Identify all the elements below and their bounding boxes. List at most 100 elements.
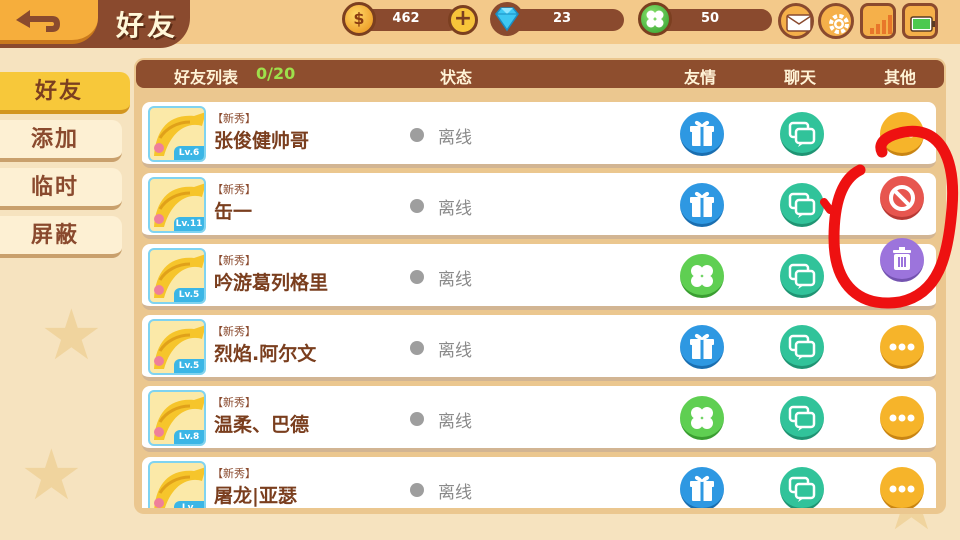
chat-column-label: 聊天 [784,68,817,87]
level-badge: Lv.5 [174,288,204,302]
more-options-button[interactable] [880,112,924,156]
more-options-button[interactable] [880,467,924,508]
gift-icon [690,120,714,146]
page-title: 好友 [116,9,179,42]
tab-temporary[interactable]: 临时 [0,168,122,210]
send-gift-button[interactable] [680,183,724,227]
tab-friends-label: 好友 [34,79,83,104]
friend-status: 离线 [438,128,472,148]
gift-icon [690,475,714,501]
send-clover-button[interactable] [680,254,724,298]
send-gift-button[interactable] [680,325,724,369]
signal-icon [870,15,892,34]
friend-name: 吟游葛列格里 [214,272,329,294]
friend-title-tag: 【新秀】 [212,396,256,409]
friend-title-tag: 【新秀】 [212,254,256,267]
avatar[interactable]: Lv.6 [148,106,206,162]
avatar[interactable]: Lv.5 [148,248,206,304]
gear-icon [829,14,849,34]
more-options-button[interactable] [880,325,924,369]
friend-title-tag: 【新秀】 [212,112,256,125]
trash-icon [893,247,911,270]
friend-row[interactable]: Lv.11 【新秀】 缶一 离线 [142,173,936,239]
friend-title-tag: 【新秀】 [212,183,256,196]
level-badge: Lv.11 [174,217,204,231]
send-gift-button[interactable] [680,112,724,156]
chat-button[interactable] [780,112,824,156]
offline-status-dot [410,128,424,142]
block-friend-button[interactable] [880,176,924,220]
block-icon [889,185,915,211]
send-clover-button[interactable] [680,396,724,440]
friend-status: 离线 [438,483,472,503]
friend-row[interactable]: Lv.6 【新秀】 张俊健帅哥 离线 [142,102,936,168]
chat-bubble-icon [788,192,816,218]
send-gift-button[interactable] [680,467,724,508]
battery-icon [910,16,935,32]
chat-bubble-icon [788,121,816,147]
friend-list-label: 好友列表 [174,68,239,87]
avatar[interactable]: Lv.8 [148,390,206,446]
avatar[interactable]: Lv.5 [148,319,206,375]
friend-status: 离线 [438,341,472,361]
chat-button[interactable] [780,396,824,440]
clover-icon [691,407,713,429]
friend-row[interactable]: Lv. 【新秀】 屠龙|亚瑟 离线 [142,457,936,508]
chat-bubble-icon [788,476,816,502]
chat-button[interactable] [780,467,824,508]
friend-title-tag: 【新秀】 [212,325,256,338]
avatar[interactable]: Lv.11 [148,177,206,233]
tab-add-label: 添加 [30,127,79,152]
tab-friends[interactable]: 好友 [0,72,130,114]
delete-friend-button[interactable] [880,238,924,282]
ellipsis-icon [889,485,915,493]
settings-button[interactable] [818,3,854,39]
friend-title-tag: 【新秀】 [212,467,256,480]
friend-status: 离线 [438,412,472,432]
friend-list[interactable]: Lv.6 【新秀】 张俊健帅哥 离线 Lv.11 【新秀】 缶一 离线 Lv.5… [142,102,938,508]
chat-button[interactable] [780,183,824,227]
chat-button[interactable] [780,325,824,369]
signal-indicator [860,3,896,39]
battery-indicator [902,3,938,39]
offline-status-dot [410,412,424,426]
tab-add[interactable]: 添加 [0,120,122,162]
friend-row[interactable]: Lv.5 【新秀】 烈焰.阿尔文 离线 [142,315,936,381]
friend-status: 离线 [438,199,472,219]
mail-button[interactable] [778,3,814,39]
background-star: ★ [40,294,103,376]
back-button[interactable] [0,0,98,44]
background-star: ★ [20,434,83,516]
friend-status: 离线 [438,270,472,290]
title-plate: 好友 [0,0,190,48]
avatar[interactable]: Lv. [148,461,206,508]
chat-button[interactable] [780,254,824,298]
ellipsis-icon [889,414,915,422]
friend-name: 缶一 [214,201,253,223]
gift-icon [690,191,714,217]
friend-row[interactable]: Lv.5 【新秀】 吟游葛列格里 离线 [142,244,936,310]
chat-bubble-icon [788,263,816,289]
status-column-label: 状态 [440,68,473,87]
clover-icon [691,265,713,287]
friend-name: 温柔、巴德 [214,414,310,436]
friend-name: 张俊健帅哥 [214,130,310,152]
add-coins-button[interactable]: + [448,5,478,35]
more-options-button[interactable] [880,396,924,440]
list-header: 好友列表 0/20 状态 友情 聊天 其他 [136,60,944,88]
offline-status-dot [410,483,424,497]
offline-status-dot [410,341,424,355]
chat-bubble-icon [788,405,816,431]
tab-blocked-label: 屏蔽 [30,223,79,248]
level-badge: Lv.6 [174,146,204,160]
ellipsis-icon [889,130,915,138]
chat-bubble-icon [788,334,816,360]
level-badge: Lv.8 [174,430,204,444]
tab-temporary-label: 临时 [30,175,79,200]
offline-status-dot [410,270,424,284]
friend-row[interactable]: Lv.8 【新秀】 温柔、巴德 离线 [142,386,936,452]
other-column-label: 其他 [884,68,917,87]
tab-blocked[interactable]: 屏蔽 [0,216,122,258]
offline-status-dot [410,199,424,213]
friend-list-panel: 好友列表 0/20 状态 友情 聊天 其他 Lv.6 【新秀】 张俊健帅哥 离线 [134,58,946,514]
